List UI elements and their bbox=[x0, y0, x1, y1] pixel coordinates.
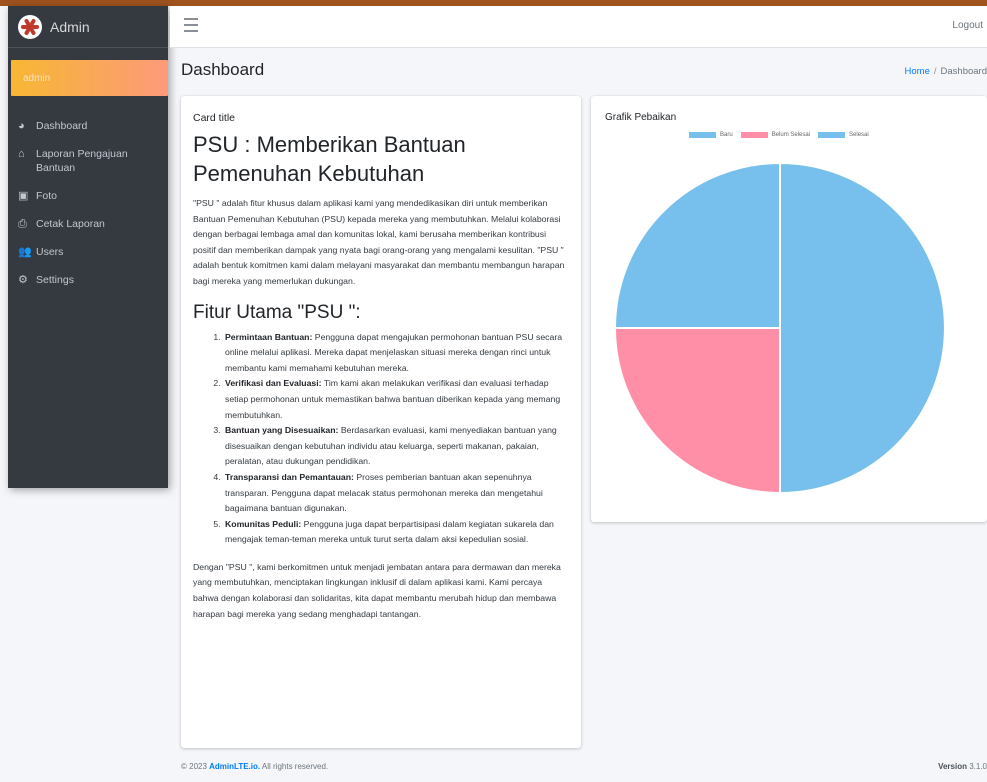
footer-copyright: © 2023 bbox=[181, 762, 210, 771]
legend-item[interactable]: Selesai bbox=[818, 132, 869, 138]
breadcrumb-current: Dashboard bbox=[940, 66, 987, 77]
feature-title: Verifikasi dan Evaluasi: bbox=[225, 378, 322, 389]
features-heading: Fitur Utama "PSU ": bbox=[193, 301, 361, 323]
sidebar-item-label: Laporan Pengajuan Bantuan bbox=[36, 148, 128, 174]
logout-link[interactable]: Logout bbox=[952, 20, 983, 31]
chart-title: Grafik Pebaikan bbox=[605, 112, 677, 123]
footer: © 2023 AdminLTE.io. All rights reserved.… bbox=[181, 762, 987, 771]
legend-swatch bbox=[740, 132, 768, 138]
sidebar-item-settings[interactable]: ⚙ Settings bbox=[8, 266, 168, 294]
sidebar-item-cetak-laporan[interactable]: ⎙ Cetak Laporan bbox=[8, 210, 168, 238]
list-item: Transparansi dan Pemantauan: Proses pemb… bbox=[223, 470, 569, 517]
sidebar-item-dashboard[interactable]: ◕ Dashboard bbox=[8, 112, 168, 140]
breadcrumb: Home / Dashboard bbox=[905, 66, 987, 77]
psu-heading: PSU : Memberikan Bantuan Pemenuhan Kebut… bbox=[193, 132, 466, 186]
top-navbar: Logout bbox=[170, 6, 987, 48]
footer-version: Version 3.1.0 bbox=[938, 762, 987, 771]
home-icon: ⌂ bbox=[18, 148, 25, 160]
footer-rights: All rights reserved. bbox=[260, 762, 329, 771]
feature-title: Transparansi dan Pemantauan: bbox=[225, 471, 354, 482]
tachometer-icon: ◕ bbox=[18, 120, 25, 132]
user-name[interactable]: admin bbox=[23, 73, 50, 84]
brand-logo-icon bbox=[18, 14, 42, 39]
sidebar-item-label: Foto bbox=[36, 190, 58, 202]
pie-slice-baru[interactable] bbox=[613, 161, 781, 329]
print-icon: ⎙ bbox=[18, 218, 27, 230]
pie-slice-selesai[interactable] bbox=[779, 161, 946, 495]
footer-brand-link[interactable]: AdminLTE.io. bbox=[209, 762, 260, 771]
legend-label: Baru bbox=[720, 132, 733, 138]
users-icon: 👥 bbox=[18, 246, 32, 258]
feature-title: Bantuan yang Disesuaikan: bbox=[225, 425, 339, 436]
brand-link[interactable]: Admin bbox=[8, 6, 168, 48]
sidebar: Admin admin ◕ Dashboard ⌂ Laporan Pengaj… bbox=[8, 6, 168, 488]
legend-label: Belum Selesai bbox=[771, 132, 811, 138]
legend-item[interactable]: Belum Selesai bbox=[740, 132, 811, 138]
legend-swatch bbox=[818, 132, 846, 138]
sidebar-item-label: Cetak Laporan bbox=[36, 218, 105, 230]
sidebar-nav: ◕ Dashboard ⌂ Laporan Pengajuan Bantuan … bbox=[8, 112, 168, 294]
pie-slice-belum-selesai[interactable] bbox=[613, 327, 781, 495]
brand-text: Admin bbox=[50, 18, 90, 35]
closing-paragraph: Dengan "PSU ", kami berkomitmen untuk me… bbox=[193, 561, 561, 619]
version-label: Version bbox=[938, 762, 967, 771]
legend-swatch bbox=[689, 132, 716, 138]
hamburger-menu-icon[interactable] bbox=[184, 18, 198, 32]
chart-card: Grafik Pebaikan Baru Belum Selesai Selesai bbox=[591, 96, 987, 522]
intro-paragraph: "PSU " adalah fitur khusus dalam aplikas… bbox=[193, 198, 565, 286]
list-item: Komunitas Peduli: Pengguna juga dapat be… bbox=[223, 517, 569, 548]
page-title: Dashboard bbox=[181, 60, 265, 79]
features-list: Permintaan Bantuan: Pengguna dapat menga… bbox=[223, 330, 569, 548]
sidebar-item-foto[interactable]: ▣ Foto bbox=[8, 182, 168, 210]
image-icon: ▣ bbox=[18, 190, 29, 202]
list-item: Permintaan Bantuan: Pengguna dapat menga… bbox=[223, 330, 569, 377]
card-title: Card title bbox=[193, 112, 236, 124]
version-number: 3.1.0 bbox=[966, 762, 987, 771]
legend-item[interactable]: Baru bbox=[689, 132, 733, 138]
sidebar-item-label: Dashboard bbox=[36, 120, 88, 132]
pie-chart bbox=[613, 161, 946, 495]
sidebar-item-label: Users bbox=[36, 246, 64, 258]
info-card: Card title PSU : Memberikan Bantuan Peme… bbox=[181, 96, 581, 748]
chart-legend: Baru Belum Selesai Selesai bbox=[689, 132, 877, 138]
sidebar-item-users[interactable]: 👥 Users bbox=[8, 238, 168, 266]
list-item: Verifikasi dan Evaluasi: Tim kami akan m… bbox=[223, 376, 569, 423]
feature-title: Permintaan Bantuan: bbox=[225, 331, 313, 342]
gear-icon: ⚙ bbox=[18, 274, 28, 286]
sidebar-item-laporan-pengajuan-bantuan[interactable]: ⌂ Laporan Pengajuan Bantuan bbox=[8, 140, 168, 182]
breadcrumb-home-link[interactable]: Home bbox=[905, 66, 930, 77]
feature-title: Komunitas Peduli: bbox=[225, 518, 302, 529]
sidebar-item-label: Settings bbox=[36, 274, 74, 286]
list-item: Bantuan yang Disesuaikan: Berdasarkan ev… bbox=[223, 423, 569, 470]
breadcrumb-separator: / bbox=[933, 66, 937, 77]
user-panel[interactable]: admin bbox=[11, 60, 168, 96]
legend-label: Selesai bbox=[849, 132, 869, 138]
